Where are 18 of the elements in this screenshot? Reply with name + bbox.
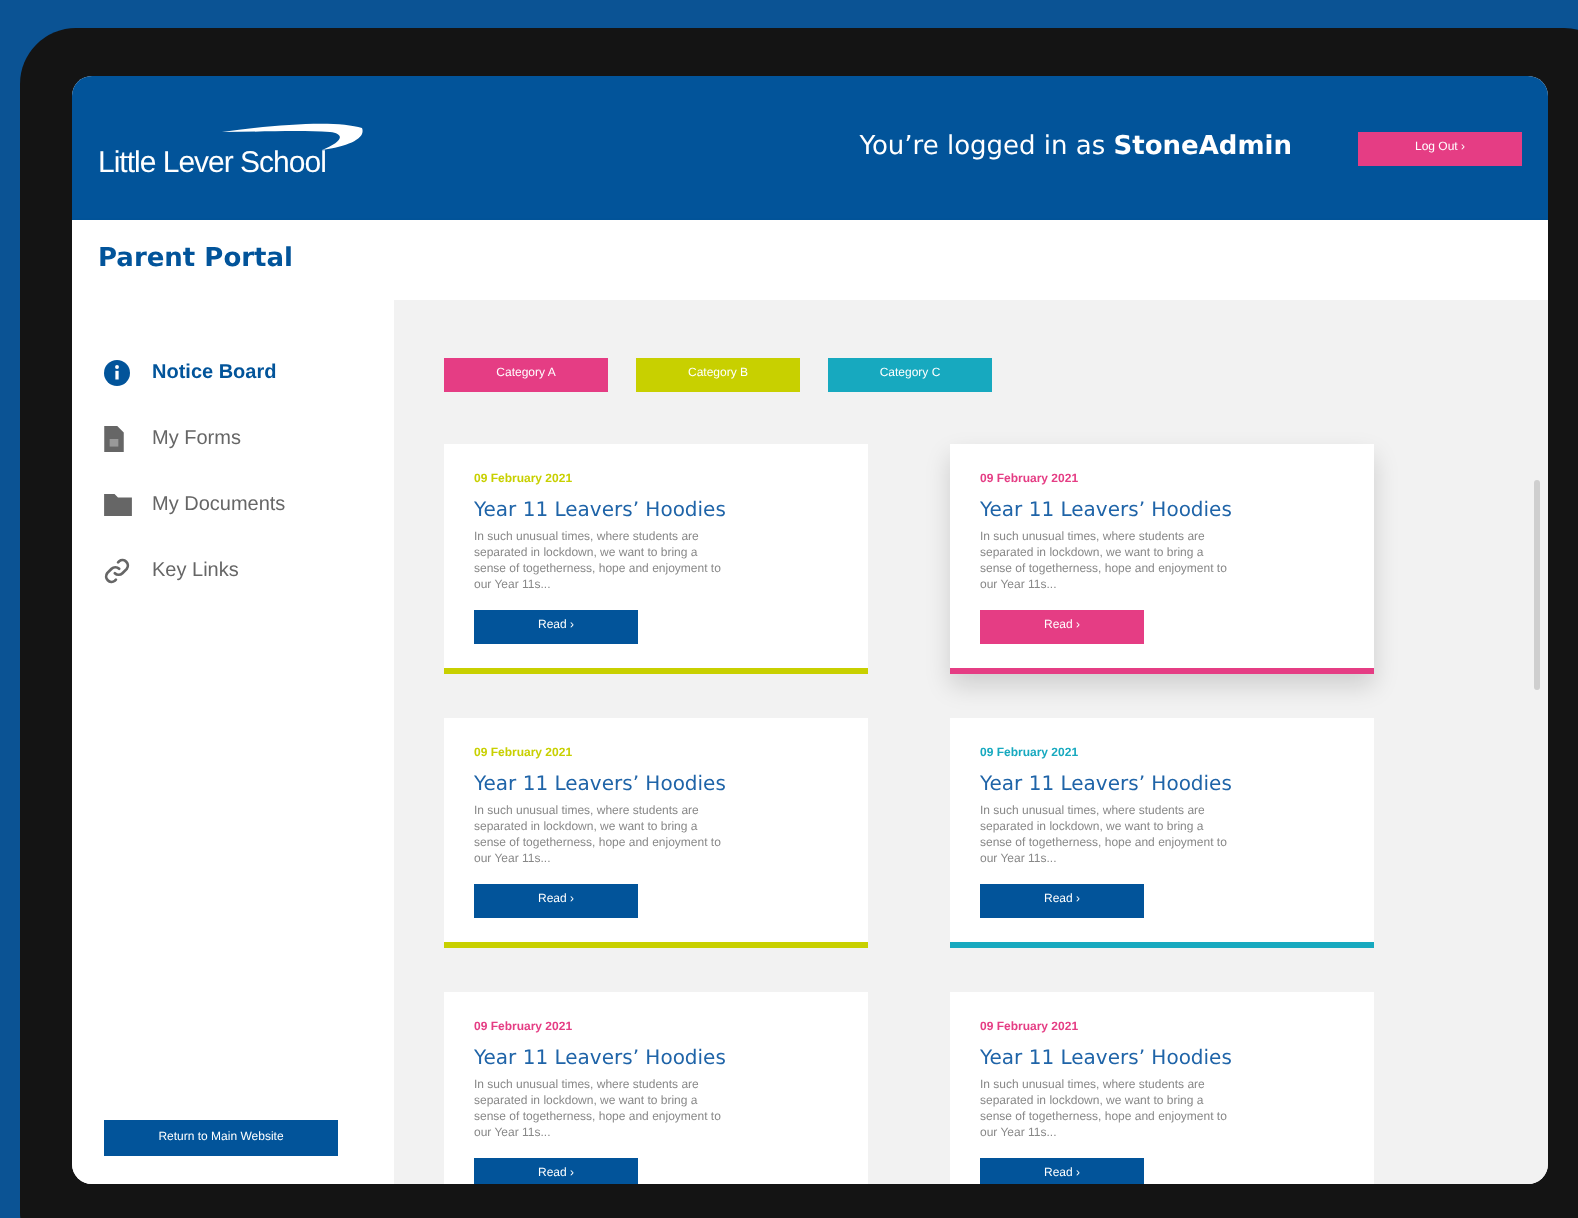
login-status: You’re logged in as StoneAdmin [859,130,1292,167]
card-title: Year 11 Leavers’ Hoodies [474,1046,728,1074]
card-title: Year 11 Leavers’ Hoodies [474,772,728,800]
card-title: Year 11 Leavers’ Hoodies [980,498,1234,526]
portal-title: Parent Portal [98,242,293,279]
sidebar-item[interactable]: My Documents [104,486,394,522]
document-icon [104,425,124,451]
link-icon [104,557,130,583]
school-logo-text: Little Lever School [98,147,328,177]
info-icon [104,359,130,385]
sidebar-item[interactable]: Key Links [104,552,394,588]
card-title: Year 11 Leavers’ Hoodies [980,772,1234,800]
sidebar-item[interactable]: My Forms [104,420,394,456]
folder-icon [104,493,132,515]
card-title: Year 11 Leavers’ Hoodies [980,1046,1234,1074]
scrollbar[interactable] [1534,480,1540,690]
card-title: Year 11 Leavers’ Hoodies [474,498,728,526]
sidebar-item[interactable]: Notice Board [104,354,394,390]
